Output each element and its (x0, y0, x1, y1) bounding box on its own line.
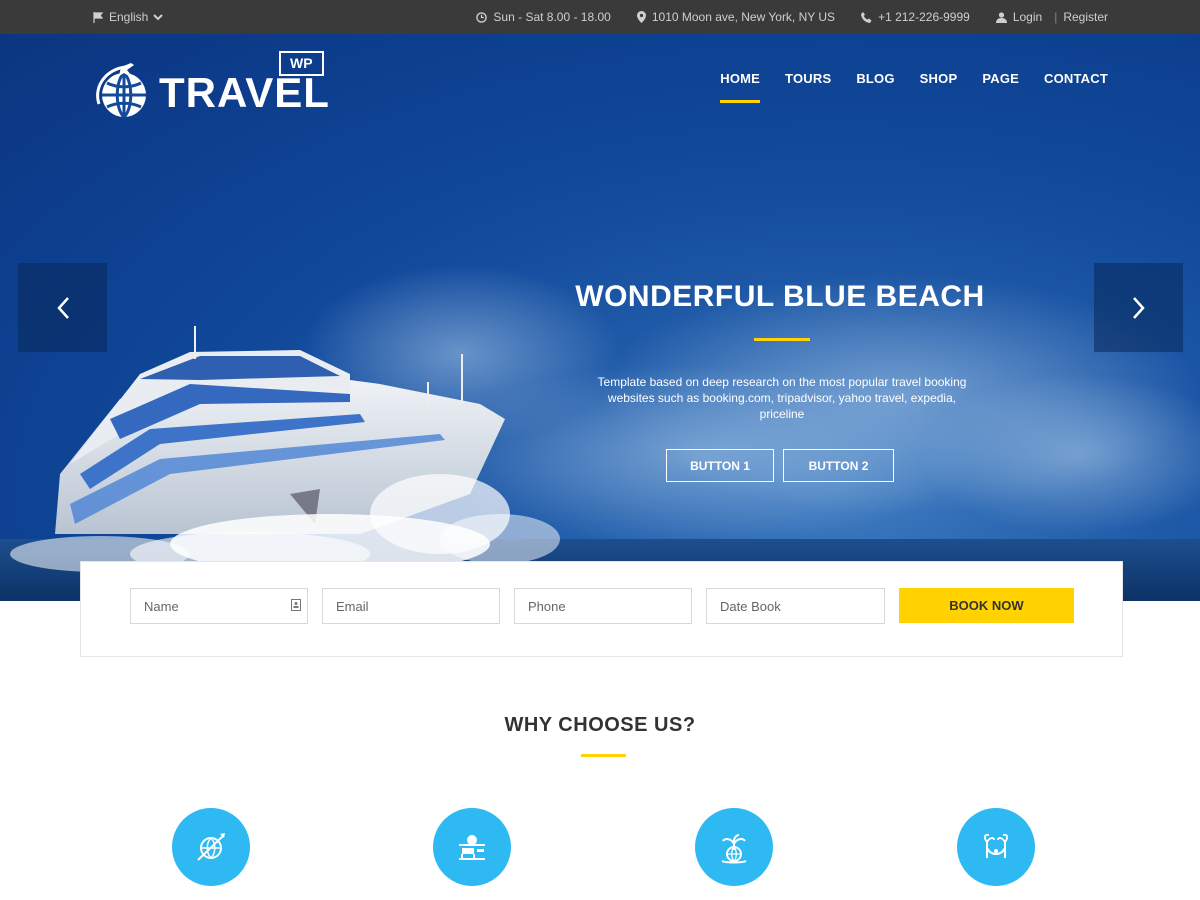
hero-background (0, 264, 1200, 601)
flag-icon (93, 11, 104, 23)
beach-icon (459, 835, 485, 860)
divider: | (1054, 10, 1058, 24)
section-underline (581, 754, 626, 757)
hours-text: Sun - Sat 8.00 - 18.00 (493, 10, 611, 24)
language-selector[interactable]: English (93, 10, 164, 24)
logo-wordmark: TRAVEL (159, 69, 330, 116)
chevron-left-icon (56, 296, 69, 319)
site-logo[interactable]: TRAVEL WP (93, 48, 333, 119)
phone-text: +1 212-226-9999 (878, 10, 970, 24)
feature-travel[interactable] (172, 808, 250, 886)
id-card-icon (291, 599, 301, 611)
login-link[interactable]: Login (1013, 10, 1042, 24)
clock-icon (476, 11, 488, 23)
feature-destinations[interactable] (695, 808, 773, 886)
language-label: English (109, 10, 149, 24)
register-link[interactable]: Register (1063, 10, 1108, 24)
user-icon (995, 11, 1007, 23)
booking-form: BOOK NOW (80, 561, 1123, 657)
top-bar: English Sun - Sat 8.00 - 18.00 1010 Moon… (0, 0, 1200, 34)
name-input[interactable] (130, 588, 308, 624)
slider-next-button[interactable] (1094, 263, 1183, 352)
feature-beach[interactable] (433, 808, 511, 886)
logo-badge: WP (279, 51, 324, 76)
hero-button-1[interactable]: BUTTON 1 (666, 449, 774, 482)
title-underline (754, 338, 810, 341)
nav-home[interactable]: HOME (720, 71, 760, 103)
slide-title: WONDERFUL BLUE BEACH (575, 280, 985, 313)
plane-globe-icon (96, 63, 146, 119)
hero-button-2[interactable]: BUTTON 2 (783, 449, 894, 482)
hero-slider: TRAVEL WP HOME TOURS BLOG SHOP PAGE CONT… (0, 34, 1200, 601)
phone[interactable]: +1 212-226-9999 (861, 10, 970, 24)
nav-contact[interactable]: CONTACT (1044, 71, 1108, 98)
email-input[interactable] (322, 588, 500, 624)
phone-icon (861, 11, 872, 23)
nav-blog[interactable]: BLOG (856, 71, 894, 98)
account-links: Login | Register (995, 10, 1108, 24)
nav-page[interactable]: PAGE (982, 71, 1019, 98)
section-title: WHY CHOOSE US? (504, 714, 696, 736)
slider-prev-button[interactable] (18, 263, 107, 352)
date-input[interactable] (706, 588, 885, 624)
chevron-down-icon (153, 13, 164, 20)
plane-globe-icon (197, 833, 225, 861)
palm-globe-icon (721, 834, 747, 864)
nav-shop[interactable]: SHOP (920, 71, 958, 98)
address: 1010 Moon ave, New York, NY US (636, 10, 836, 24)
map-pin-icon (636, 11, 646, 23)
opening-hours: Sun - Sat 8.00 - 18.00 (476, 10, 611, 24)
feature-relax[interactable] (957, 808, 1035, 886)
nav-tours[interactable]: TOURS (785, 71, 831, 98)
hammock-icon (983, 833, 1009, 858)
main-nav: HOME TOURS BLOG SHOP PAGE CONTACT (720, 71, 1108, 103)
slide-description: Template based on deep research on the m… (597, 375, 967, 421)
book-now-button[interactable]: BOOK NOW (899, 588, 1074, 623)
phone-input[interactable] (514, 588, 692, 624)
chevron-right-icon (1132, 296, 1145, 319)
address-text: 1010 Moon ave, New York, NY US (651, 10, 836, 24)
